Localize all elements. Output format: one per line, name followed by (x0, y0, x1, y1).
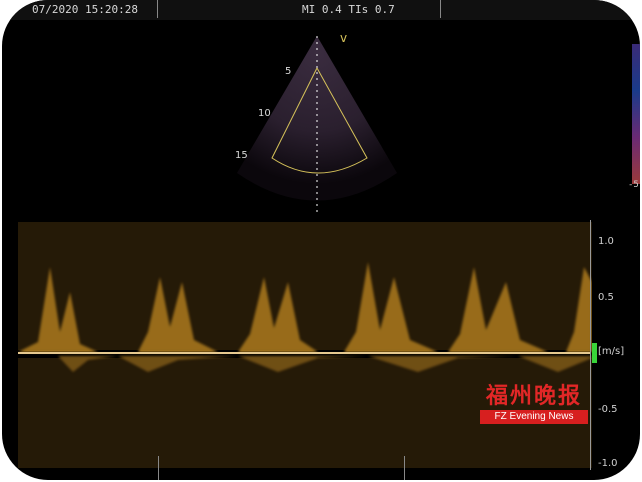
depth-label-5: 5 (285, 66, 292, 77)
timestamp: 07/2020 15:20:28 (32, 3, 138, 16)
watermark-chinese: 福州晚报 (485, 383, 582, 409)
velocity-scale-axis (590, 220, 591, 470)
baseline-marker (592, 343, 597, 363)
top-tick (440, 0, 441, 18)
color-scale-bar (632, 44, 640, 184)
mi-ti-readout: MI 0.4 TIs 0.7 (302, 3, 395, 16)
depth-label-15: 15 (235, 150, 248, 161)
bottom-tick (158, 456, 159, 480)
baseline (18, 352, 590, 354)
watermark-banner: FZ Evening News (480, 410, 588, 424)
scale-label-1.0: 1.0 (598, 236, 614, 247)
scale-label-0.5: 0.5 (598, 292, 614, 303)
sector-image: v (237, 31, 397, 213)
depth-label-10: 10 (258, 108, 271, 119)
noise-band-upper (18, 222, 592, 350)
scale-label-neg-0.5: -0.5 (598, 404, 618, 415)
bottom-tick (404, 456, 405, 480)
scale-label-neg-1.0: -1.0 (598, 458, 618, 469)
news-watermark: 福州晚报 FZ Evening News (480, 378, 588, 426)
velocity-unit: [m/s] (598, 346, 625, 357)
status-bar: 07/2020 15:20:28 MI 0.4 TIs 0.7 (2, 0, 640, 20)
top-tick (157, 0, 158, 18)
marker-icon: v (340, 31, 347, 45)
ultrasound-image-frame: 07/2020 15:20:28 MI 0.4 TIs 0.7 -5 v 5 1… (0, 0, 642, 482)
ultrasound-screen: 07/2020 15:20:28 MI 0.4 TIs 0.7 -5 v 5 1… (2, 0, 640, 480)
color-scale-label: -5 (628, 180, 639, 190)
doppler-spectrum (18, 222, 592, 468)
